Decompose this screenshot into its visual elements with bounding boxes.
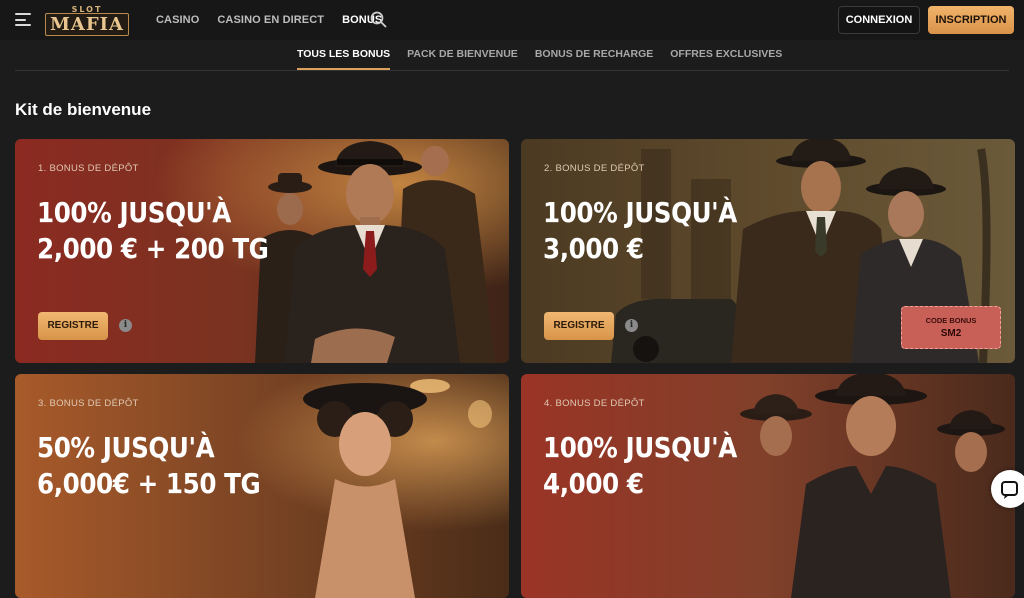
chat-support-button[interactable] [991, 470, 1024, 508]
card-2-headline-line2: 3,000 € [543, 232, 644, 265]
bonus-code-value: SM2 [940, 328, 962, 339]
tab-all-bonuses[interactable]: TOUS LES BONUS [297, 40, 391, 70]
info-icon[interactable]: i [119, 319, 132, 332]
card-3-headline-line1: 50% JUSQU'À [37, 431, 215, 464]
tab-exclusive-offers[interactable]: OFFRES EXCLUSIVES [670, 40, 782, 70]
bonus-card-4[interactable]: 4. BONUS DE DÉPÔT 100% JUSQU'À 4,000 € [521, 374, 1015, 598]
card-2-label: 2. BONUS DE DÉPÔT [544, 163, 645, 174]
card-3-headline: 50% JUSQU'À 6,000€ + 150 TG [37, 430, 261, 502]
bonus-card-2[interactable]: 2. BONUS DE DÉPÔT 100% JUSQU'À 3,000 € R… [521, 139, 1015, 363]
bonus-card-3[interactable]: 3. BONUS DE DÉPÔT 50% JUSQU'À 6,000€ + 1… [15, 374, 509, 598]
card-2-register-button[interactable]: REGISTRE [544, 312, 614, 340]
card-4-label: 4. BONUS DE DÉPÔT [544, 398, 645, 409]
slot-mafia-logo[interactable]: SLOT MAFIA [43, 5, 131, 37]
card-1-label: 1. BONUS DE DÉPÔT [38, 163, 139, 174]
bonus-code-badge[interactable]: CODE BONUS SM2 [901, 306, 1001, 349]
bonus-code-label: CODE BONUS [925, 316, 977, 325]
card-1-headline-line1: 100% JUSQU'À [37, 196, 231, 229]
hamburger-menu-icon[interactable] [15, 13, 31, 26]
card-2-headline-line1: 100% JUSQU'À [543, 196, 737, 229]
card-1-register-button[interactable]: REGISTRE [38, 312, 108, 340]
tab-reload-bonus[interactable]: BONUS DE RECHARGE [535, 40, 653, 70]
search-icon[interactable] [370, 11, 387, 28]
card-1-headline-line2: 2,000 € + 200 TG [37, 232, 269, 265]
bonus-card-1[interactable]: 1. BONUS DE DÉPÔT 100% JUSQU'À 2,000 € +… [15, 139, 509, 363]
card-4-headline: 100% JUSQU'À 4,000 € [543, 430, 737, 502]
tab-welcome-pack[interactable]: PACK DE BIENVENUE [407, 40, 518, 70]
card-3-headline-line2: 6,000€ + 150 TG [37, 467, 261, 500]
main-nav: CASINO CASINO EN DIRECT BONUS [156, 0, 400, 40]
login-button[interactable]: CONNEXION [838, 6, 920, 34]
card-4-headline-line1: 100% JUSQU'À [543, 431, 737, 464]
card-1-headline: 100% JUSQU'À 2,000 € + 200 TG [37, 195, 269, 267]
bonus-tabs: TOUS LES BONUS PACK DE BIENVENUE BONUS D… [297, 40, 799, 70]
nav-live-casino[interactable]: CASINO EN DIRECT [217, 14, 324, 26]
signup-button[interactable]: INSCRIPTION [928, 6, 1014, 34]
section-title: Kit de bienvenue [15, 100, 152, 119]
logo-mafia-text: MAFIA [45, 13, 129, 36]
card-3-label: 3. BONUS DE DÉPÔT [38, 398, 139, 409]
info-icon[interactable]: i [625, 319, 638, 332]
top-header: SLOT MAFIA CASINO CASINO EN DIRECT BONUS… [0, 0, 1024, 40]
chat-icon [1001, 481, 1018, 499]
nav-casino[interactable]: CASINO [156, 14, 199, 26]
tabs-divider [15, 70, 1009, 71]
card-2-headline: 100% JUSQU'À 3,000 € [543, 195, 737, 267]
card-4-headline-line2: 4,000 € [543, 467, 644, 500]
